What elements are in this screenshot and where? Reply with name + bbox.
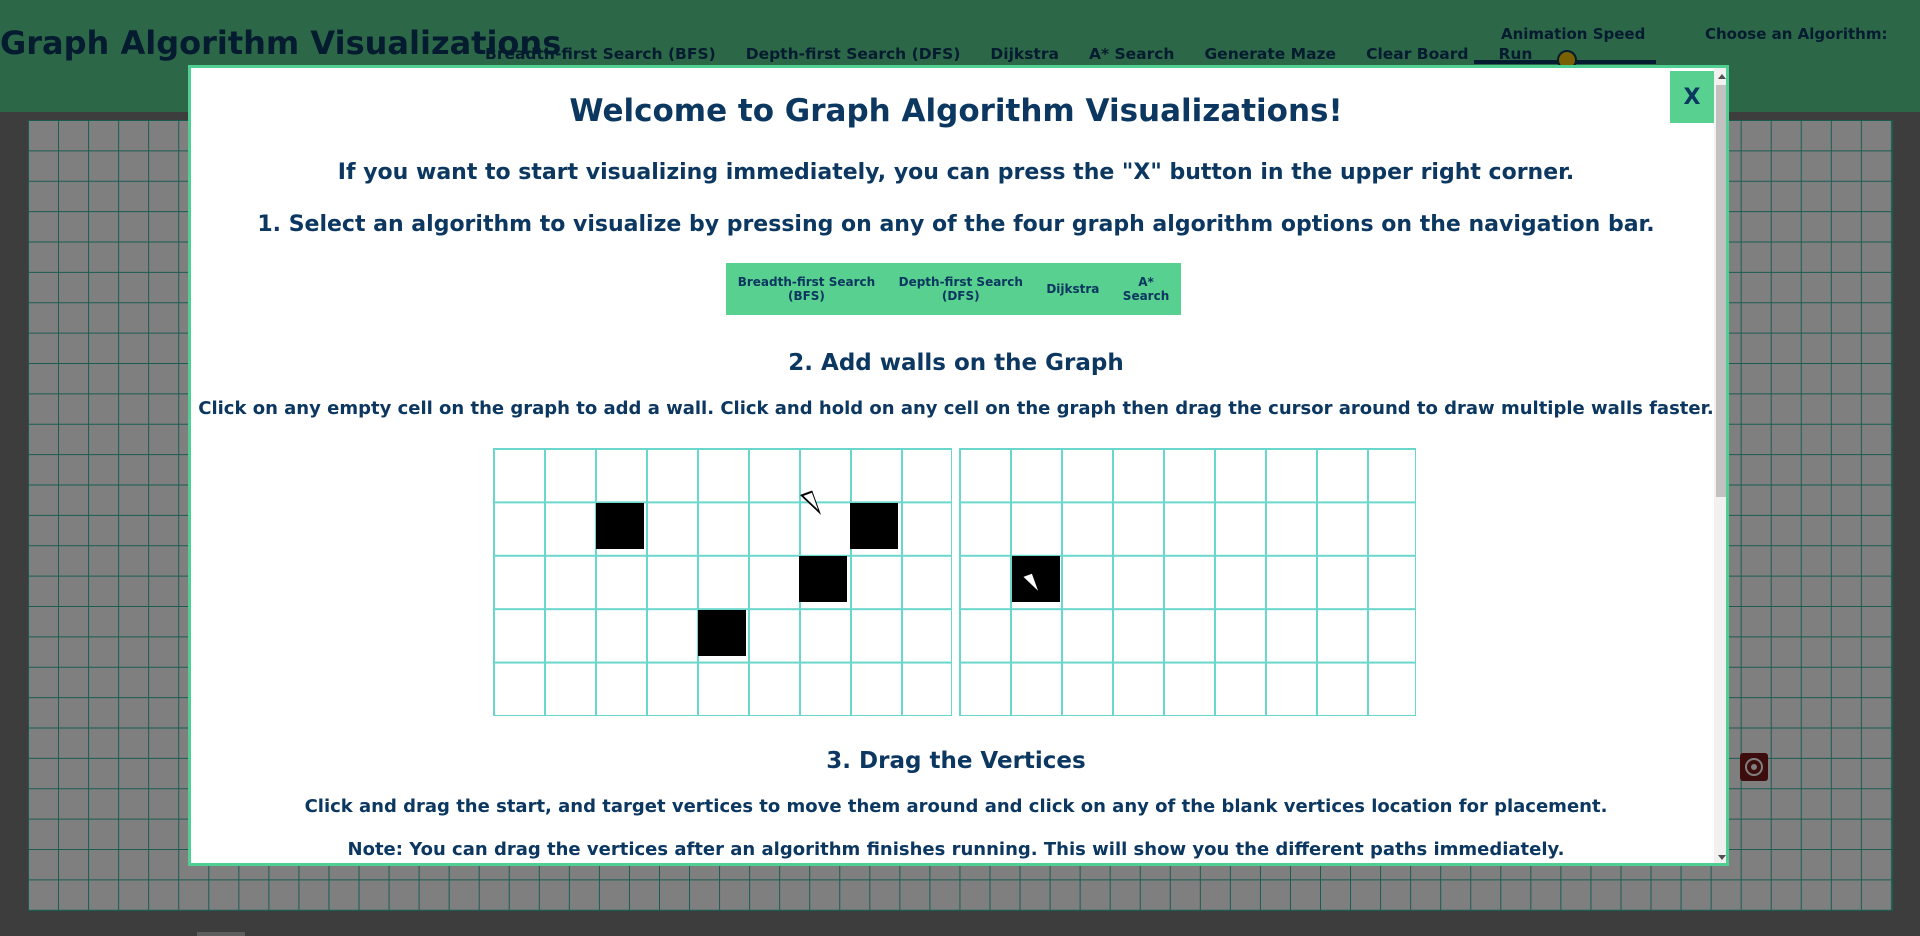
modal-scrollbar[interactable]: [1714, 68, 1726, 863]
step3-heading: 3. Drag the Vertices: [826, 748, 1086, 774]
note-text: Note: You can drag the vertices after an…: [347, 839, 1565, 860]
wall-cell: [850, 503, 898, 549]
example-dijkstra: Dijkstra: [1046, 282, 1100, 296]
scroll-down-arrow-icon[interactable]: [1718, 855, 1726, 860]
example-bfs: Breadth-first Search (BFS): [738, 275, 875, 303]
tutorial-modal: Welcome to Graph Algorithm Visualization…: [188, 65, 1729, 866]
example-navbar: Breadth-first Search (BFS) Depth-first S…: [726, 263, 1181, 315]
wall-cell: [698, 610, 746, 656]
example-astar-line2: Search: [1122, 289, 1170, 303]
scroll-thumb[interactable]: [1716, 85, 1726, 497]
step3-description: Click and drag the start, and target ver…: [304, 796, 1608, 817]
intro-text: If you want to start visualizing immedia…: [337, 160, 1575, 185]
wall-demo-grid-click: [493, 448, 952, 716]
wall-cell: [596, 503, 644, 549]
example-dfs-line2: (DFS): [941, 289, 980, 303]
step2-description: Click on any empty cell on the graph to …: [198, 398, 1714, 419]
step1-text: 1. Select an algorithm to visualize by p…: [257, 212, 1655, 237]
example-astar: A* Search: [1123, 275, 1169, 303]
example-bfs-line2: (BFS): [787, 289, 825, 303]
cursor-icon: [799, 490, 822, 520]
example-dfs: Depth-first Search (DFS): [899, 275, 1023, 303]
example-astar-line1: A*: [1138, 275, 1154, 289]
wall-cell: [799, 556, 847, 602]
scroll-up-arrow-icon[interactable]: [1718, 74, 1726, 79]
welcome-heading: Welcome to Graph Algorithm Visualization…: [569, 93, 1343, 129]
close-button[interactable]: X: [1670, 71, 1714, 123]
wall-demo-grid-drag: [959, 448, 1416, 716]
example-dfs-line1: Depth-first Search: [898, 275, 1023, 289]
example-bfs-line1: Breadth-first Search: [737, 275, 876, 289]
step2-heading: 2. Add walls on the Graph: [788, 350, 1124, 376]
